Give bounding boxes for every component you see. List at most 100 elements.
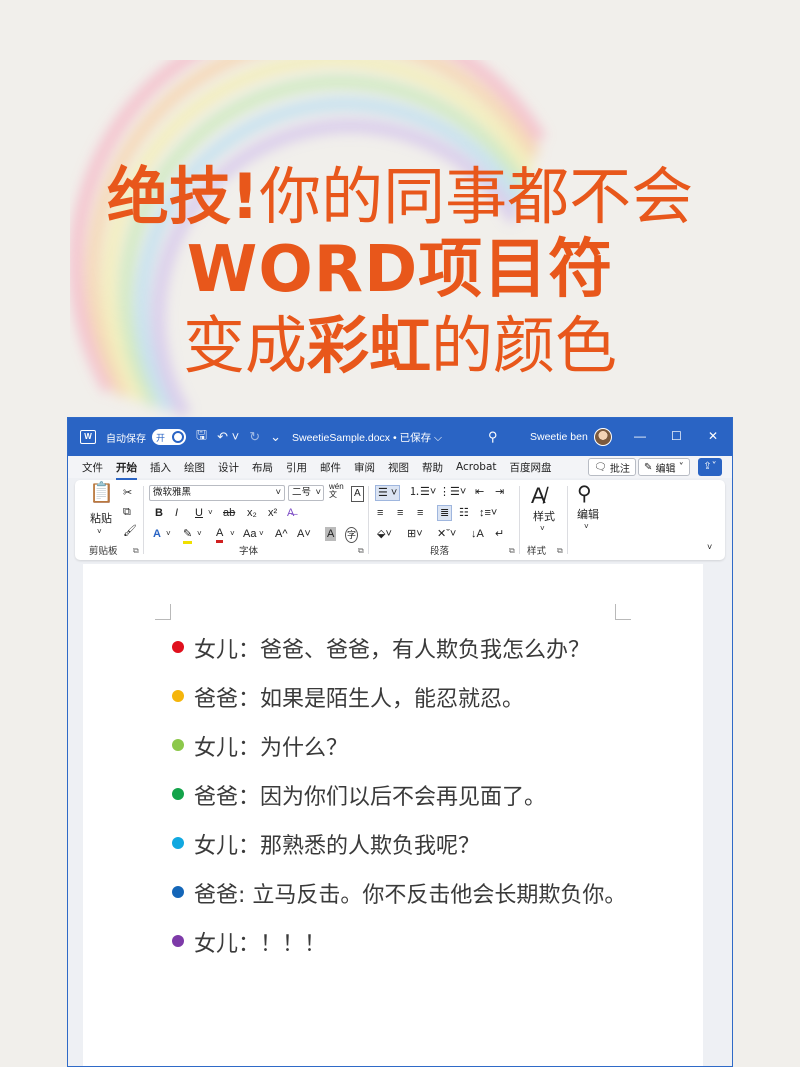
- increase-indent-icon[interactable]: ⇥: [495, 485, 504, 499]
- ribbon: 📋 粘贴 ˅ ✂ ⧉ 🖌 剪贴板 ⧉ 微软雅黑 ˅ 二号 ˅ wén 文 A B…: [75, 480, 725, 560]
- document-page[interactable]: 女儿：爸爸、爸爸，有人欺负我怎么办？ 爸爸：如果是陌生人，能忍就忍。 女儿：为什…: [83, 564, 703, 1066]
- chevron-down-icon[interactable]: ˅: [166, 527, 171, 541]
- autosave-toggle[interactable]: 开: [152, 429, 186, 445]
- chevron-down-icon[interactable]: ˅: [197, 527, 202, 541]
- search-icon[interactable]: ⚲: [488, 429, 498, 445]
- list-item[interactable]: 爸爸：如果是陌生人，能忍就忍。: [172, 681, 626, 730]
- bullet-dot: [172, 886, 184, 898]
- redo-icon[interactable]: ↻: [249, 429, 260, 445]
- launcher-icon[interactable]: ⧉: [133, 546, 139, 556]
- list-item[interactable]: 女儿：那熟悉的人欺负我呢？: [172, 828, 626, 877]
- show-marks-icon[interactable]: ↵: [495, 527, 504, 541]
- chevron-down-icon[interactable]: ˅: [259, 527, 264, 541]
- chevron-down-icon[interactable]: ˅: [584, 520, 589, 534]
- search-icon[interactable]: ⚲: [577, 482, 592, 506]
- text-effects-icon[interactable]: A̶: [287, 506, 294, 520]
- list-item[interactable]: 女儿：！！！: [172, 926, 626, 975]
- font-name-value: 微软雅黑: [153, 487, 192, 498]
- char-shading-button[interactable]: A: [325, 527, 337, 541]
- line-spacing-icon[interactable]: ↕≡˅: [479, 506, 497, 520]
- chevron-down-icon[interactable]: ˅: [208, 506, 213, 520]
- chevron-down-icon[interactable]: ˅: [230, 527, 235, 541]
- borders-icon[interactable]: ⊞˅: [407, 527, 423, 541]
- undo-icon[interactable]: ↶ ˅: [217, 429, 239, 445]
- phonetic-guide-button[interactable]: wén 文: [329, 483, 345, 499]
- list-item[interactable]: 女儿：爸爸、爸爸，有人欺负我怎么办？: [172, 632, 626, 681]
- collapse-ribbon-icon[interactable]: ˅: [707, 540, 712, 554]
- tab-help[interactable]: 帮助: [422, 460, 443, 475]
- launcher-icon[interactable]: ⧉: [509, 546, 515, 556]
- share-button[interactable]: ⇪˅: [698, 458, 722, 476]
- text-effect-icon[interactable]: A: [153, 527, 161, 541]
- tab-design[interactable]: 设计: [218, 460, 239, 475]
- tab-acrobat[interactable]: Acrobat: [456, 461, 497, 473]
- font-group-label: 字体: [239, 546, 259, 557]
- tab-layout[interactable]: 布局: [252, 460, 273, 475]
- highlight-icon[interactable]: ✎: [183, 527, 193, 544]
- font-name-select[interactable]: 微软雅黑 ˅: [149, 485, 285, 501]
- bullets-button[interactable]: ☰ ˅: [375, 485, 401, 501]
- tab-references[interactable]: 引用: [286, 460, 307, 475]
- tab-file[interactable]: 文件: [82, 460, 103, 475]
- chevron-down-icon: ˅: [315, 487, 321, 498]
- font-color-icon[interactable]: A: [216, 526, 224, 543]
- numbering-button[interactable]: ⒈☰˅: [409, 485, 436, 499]
- chevron-down-icon[interactable]: ˅: [97, 525, 102, 539]
- launcher-icon[interactable]: ⧉: [557, 546, 563, 556]
- tab-review[interactable]: 审阅: [354, 460, 375, 475]
- list-item-text: 女儿：为什么？: [194, 736, 349, 761]
- paste-icon[interactable]: 📋: [89, 483, 114, 503]
- maximize-button[interactable]: ☐: [671, 429, 682, 443]
- styles-icon[interactable]: A̸: [531, 484, 546, 508]
- user-name[interactable]: Sweetie ben: [530, 431, 588, 443]
- char-border-button[interactable]: A: [351, 486, 364, 502]
- change-case-button[interactable]: Aa: [243, 527, 256, 541]
- list-item[interactable]: 爸爸: 立马反击。你不反击他会长期欺负你。: [172, 877, 626, 926]
- comments-button[interactable]: 🗨 批注: [588, 458, 636, 476]
- chevron-down-icon[interactable]: ˅: [540, 522, 545, 536]
- save-icon[interactable]: 🖫: [196, 426, 207, 448]
- document-title[interactable]: SweetieSample.docx • 已保存 ⌵: [292, 430, 442, 445]
- editing-mode-button[interactable]: ✎ 编辑 ˅: [638, 458, 690, 476]
- customize-icon[interactable]: ⌄: [270, 429, 281, 445]
- close-button[interactable]: ✕: [708, 429, 718, 443]
- format-painter-icon[interactable]: 🖌: [123, 524, 137, 538]
- enclose-char-button[interactable]: 字: [345, 527, 359, 543]
- justify-icon[interactable]: ≣: [437, 505, 453, 521]
- cut-icon[interactable]: ✂: [123, 486, 132, 500]
- sort-icon[interactable]: ↓A: [471, 527, 484, 541]
- chinese-layout-icon[interactable]: ✕ˇ˅: [437, 527, 456, 541]
- bold-button[interactable]: B: [155, 506, 163, 520]
- tab-baidu-netdisk[interactable]: 百度网盘: [510, 460, 552, 475]
- align-left-icon[interactable]: ≡: [377, 506, 383, 520]
- italic-button[interactable]: I: [175, 506, 178, 520]
- copy-icon[interactable]: ⧉: [123, 505, 131, 519]
- decrease-indent-icon[interactable]: ⇤: [475, 485, 484, 499]
- paste-label[interactable]: 粘贴: [90, 512, 112, 526]
- grow-font-button[interactable]: A^: [275, 527, 288, 541]
- align-right-icon[interactable]: ≡: [417, 506, 423, 520]
- superscript-button[interactable]: x²: [268, 506, 277, 520]
- launcher-icon[interactable]: ⧉: [358, 546, 364, 556]
- tab-insert[interactable]: 插入: [150, 460, 171, 475]
- tab-mailings[interactable]: 邮件: [320, 460, 341, 475]
- multilevel-list-button[interactable]: ⋮☰˅: [439, 485, 466, 499]
- font-size-select[interactable]: 二号 ˅: [288, 485, 324, 501]
- distributed-icon[interactable]: ☷: [459, 506, 469, 520]
- avatar[interactable]: [594, 428, 612, 446]
- strikethrough-button[interactable]: ab: [223, 506, 235, 520]
- tab-view[interactable]: 视图: [388, 460, 409, 475]
- shrink-font-button[interactable]: A˅: [297, 527, 311, 541]
- bullet-dot: [172, 739, 184, 751]
- word-icon[interactable]: W: [80, 430, 96, 444]
- list-item[interactable]: 女儿：为什么？: [172, 730, 626, 779]
- subscript-button[interactable]: x₂: [247, 506, 257, 520]
- align-center-icon[interactable]: ≡: [397, 506, 403, 520]
- tab-home[interactable]: 开始: [116, 460, 137, 480]
- list-item-text: 爸爸: 立马反击。你不反击他会长期欺负你。: [194, 883, 627, 908]
- underline-button[interactable]: U: [195, 506, 203, 520]
- list-item[interactable]: 爸爸：因为你们以后不会再见面了。: [172, 779, 626, 828]
- minimize-button[interactable]: —: [634, 429, 646, 443]
- shading-icon[interactable]: ⬙˅: [377, 527, 392, 541]
- tab-draw[interactable]: 绘图: [184, 460, 205, 475]
